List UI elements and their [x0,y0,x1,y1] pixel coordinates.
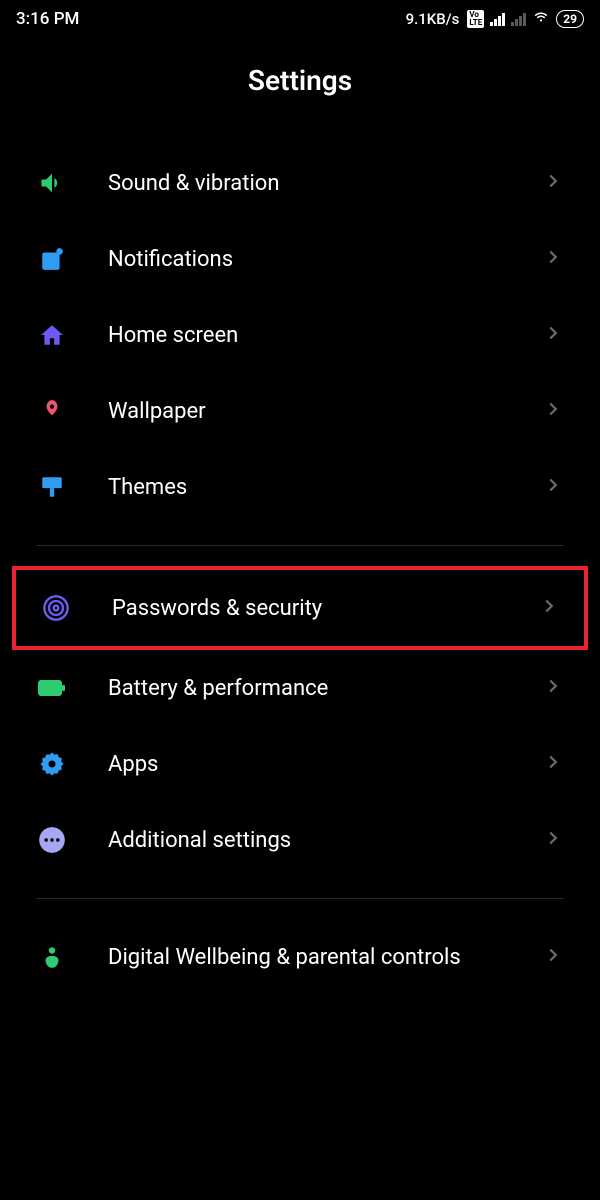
gear-icon [36,748,68,780]
settings-item-label: Sound & vibration [108,171,542,196]
settings-item-battery[interactable]: Battery & performance [0,650,600,726]
flower-icon [36,395,68,427]
home-icon [36,319,68,351]
settings-item-passwords-security[interactable]: Passwords & security [40,570,560,646]
settings-item-label: Home screen [108,323,542,348]
status-time: 3:16 PM [16,9,79,29]
chevron-right-icon [542,827,564,853]
status-bar: 3:16 PM 9.1KB/s VoLTE 29 [0,0,600,38]
settings-item-additional[interactable]: Additional settings [0,802,600,878]
chevron-right-icon [542,398,564,424]
settings-item-label: Wallpaper [108,399,542,424]
page-title: Settings [0,38,600,145]
fingerprint-icon [40,592,72,624]
battery-icon: 29 [556,10,584,28]
settings-item-wallpaper[interactable]: Wallpaper [0,373,600,449]
chevron-right-icon [542,246,564,272]
wellbeing-icon [36,941,68,973]
settings-item-label: Additional settings [108,828,542,853]
settings-item-label: Themes [108,475,542,500]
dots-icon [36,824,68,856]
divider [36,545,564,546]
volte-icon: VoLTE [467,10,484,28]
divider [36,898,564,899]
settings-item-label: Notifications [108,247,542,272]
volume-icon [36,167,68,199]
settings-item-label: Digital Wellbeing & parental controls [108,945,542,970]
chevron-right-icon [542,751,564,777]
settings-item-label: Passwords & security [112,596,538,621]
chevron-right-icon [542,170,564,196]
chevron-right-icon [542,322,564,348]
highlight-annotation: Passwords & security [12,566,588,650]
signal-icon [490,12,505,26]
battery-icon [36,672,68,704]
status-speed: 9.1KB/s [406,10,460,28]
settings-item-label: Battery & performance [108,676,542,701]
status-right: 9.1KB/s VoLTE 29 [406,8,584,30]
chevron-right-icon [542,675,564,701]
settings-item-sound[interactable]: Sound & vibration [0,145,600,221]
wifi-icon [532,8,550,30]
settings-item-notifications[interactable]: Notifications [0,221,600,297]
settings-item-wellbeing[interactable]: Digital Wellbeing & parental controls [0,919,600,995]
settings-item-label: Apps [108,752,542,777]
signal-icon-2 [511,12,526,26]
brush-icon [36,471,68,503]
chevron-right-icon [538,595,560,621]
chevron-right-icon [542,944,564,970]
settings-item-themes[interactable]: Themes [0,449,600,525]
settings-item-home-screen[interactable]: Home screen [0,297,600,373]
chevron-right-icon [542,474,564,500]
settings-item-apps[interactable]: Apps [0,726,600,802]
settings-list: Sound & vibration Notifications Home scr… [0,145,600,995]
bell-icon [36,243,68,275]
